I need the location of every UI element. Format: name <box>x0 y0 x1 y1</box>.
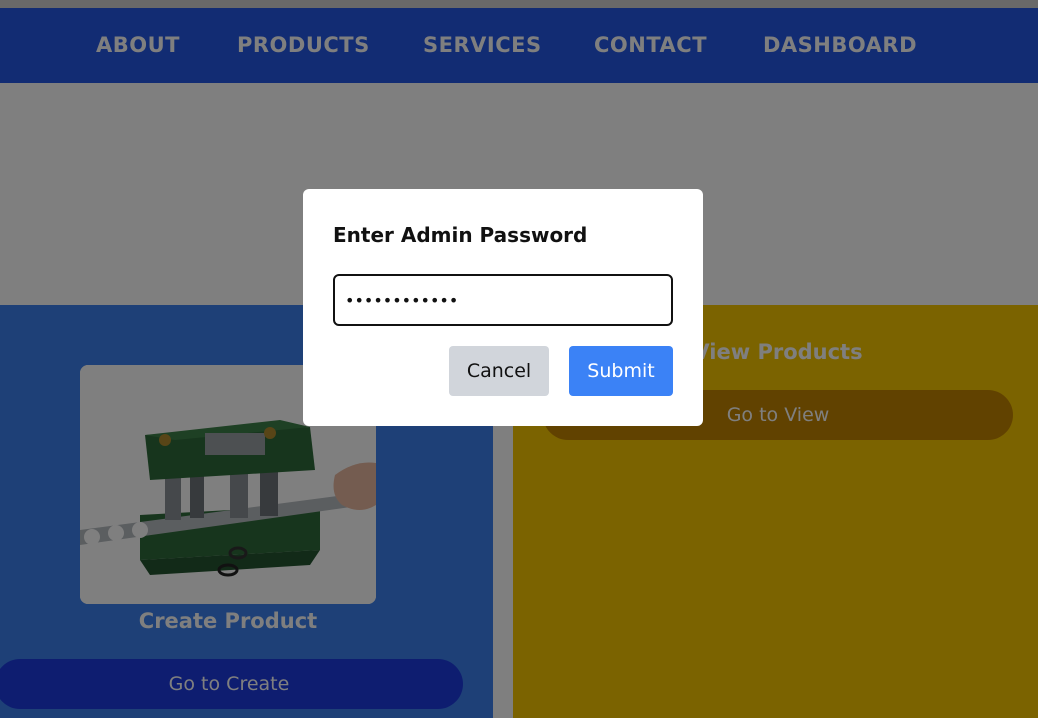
admin-password-dialog: Enter Admin Password Cancel Submit <box>303 189 703 426</box>
submit-button[interactable]: Submit <box>569 346 673 396</box>
cancel-button[interactable]: Cancel <box>449 346 549 396</box>
dialog-title: Enter Admin Password <box>333 223 588 247</box>
page: ABOUT PRODUCTS SERVICES CONTACT DASHBOAR… <box>0 0 1038 718</box>
password-input[interactable] <box>333 274 673 326</box>
